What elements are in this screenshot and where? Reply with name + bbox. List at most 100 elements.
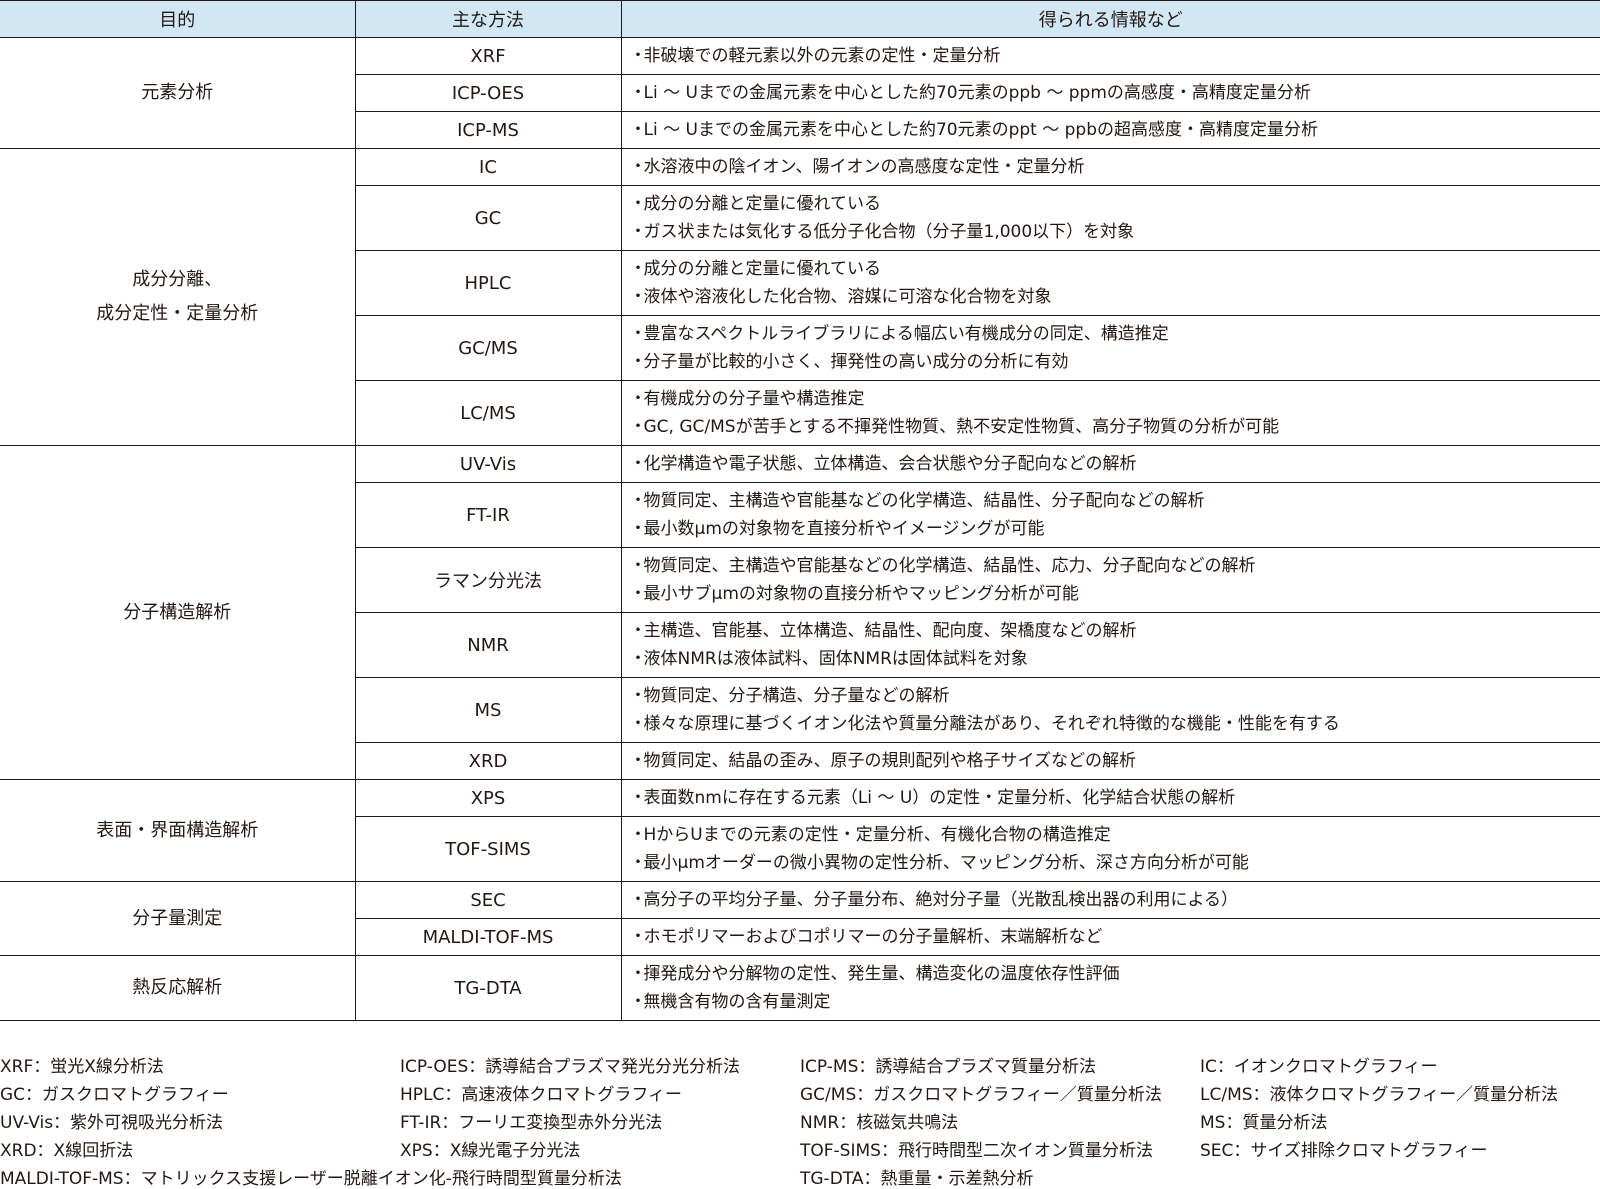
method-cell: XRF	[355, 38, 621, 75]
purpose-cell: 表面・界面構造解析	[0, 780, 355, 882]
info-cell: 物質同定、分子構造、分子量などの解析様々な原理に基づくイオン化法や質量分離法があ…	[621, 678, 1600, 743]
info-cell: 化学構造や電子状態、立体構造、会合状態や分子配向などの解析	[621, 446, 1600, 483]
header-info: 得られる情報など	[621, 1, 1600, 38]
info-cell: 成分の分離と定量に優れている液体や溶液化した化合物、溶媒に可溶な化合物を対象	[621, 251, 1600, 316]
legend-entry: IC：イオンクロマトグラフィー	[1200, 1052, 1438, 1077]
method-cell: LC/MS	[355, 381, 621, 446]
legend-entry: GC：ガスクロマトグラフィー	[0, 1080, 229, 1105]
info-line: 無機含有物の含有量測定	[640, 988, 1600, 1016]
info-cell: 揮発成分や分解物の定性、発生量、構造変化の温度依存性評価無機含有物の含有量測定	[621, 956, 1600, 1021]
method-cell: GC	[355, 186, 621, 251]
method-cell: GC/MS	[355, 316, 621, 381]
method-cell: MS	[355, 678, 621, 743]
info-cell: ホモポリマーおよびコポリマーの分子量解析、末端解析など	[621, 919, 1600, 956]
purpose-cell: 元素分析	[0, 38, 355, 149]
table-header-row: 目的 主な方法 得られる情報など	[0, 1, 1600, 38]
method-cell: SEC	[355, 882, 621, 919]
info-line: 液体や溶液化した化合物、溶媒に可溶な化合物を対象	[640, 283, 1600, 311]
info-line: 物質同定、主構造や官能基などの化学構造、結晶性、応力、分子配向などの解析	[640, 552, 1600, 580]
info-cell: 物質同定、主構造や官能基などの化学構造、結晶性、分子配向などの解析最小数μmの対…	[621, 483, 1600, 548]
method-cell: NMR	[355, 613, 621, 678]
analysis-methods-table: 目的 主な方法 得られる情報など 元素分析XRF 非破壊での軽元素以外の元素の定性…	[0, 0, 1600, 1021]
legend-entry: TOF-SIMS：飛行時間型二次イオン質量分析法	[800, 1136, 1153, 1161]
method-cell: XPS	[355, 780, 621, 817]
info-cell: 非破壊での軽元素以外の元素の定性・定量分析	[621, 38, 1600, 75]
info-line: ホモポリマーおよびコポリマーの分子量解析、末端解析など	[640, 923, 1600, 951]
info-line: 化学構造や電子状態、立体構造、会合状態や分子配向などの解析	[640, 450, 1600, 478]
info-cell: HからUまでの元素の定性・定量分析、有機化合物の構造推定最小μmオーダーの微小異…	[621, 817, 1600, 882]
legend-entry: XRF：蛍光X線分析法	[0, 1052, 164, 1077]
legend-entry: SEC：サイズ排除クロマトグラフィー	[1200, 1136, 1488, 1161]
purpose-cell: 熱反応解析	[0, 956, 355, 1021]
info-line: 豊富なスペクトルライブラリによる幅広い有機成分の同定、構造推定	[640, 320, 1600, 348]
info-line: 最小μmオーダーの微小異物の定性分析、マッピング分析、深さ方向分析が可能	[640, 849, 1600, 877]
info-line: HからUまでの元素の定性・定量分析、有機化合物の構造推定	[640, 821, 1600, 849]
info-line: 様々な原理に基づくイオン化法や質量分離法があり、それぞれ特徴的な機能・性能を有す…	[640, 710, 1600, 738]
header-method: 主な方法	[355, 1, 621, 38]
table-row: 熱反応解析TG-DTA揮発成分や分解物の定性、発生量、構造変化の温度依存性評価無…	[0, 956, 1600, 1021]
method-cell: XRD	[355, 743, 621, 780]
purpose-cell: 成分分離、成分定性・定量分析	[0, 149, 355, 446]
legend-entry: MS：質量分析法	[1200, 1108, 1327, 1133]
info-line: 最小数μmの対象物を直接分析やイメージングが可能	[640, 515, 1600, 543]
info-line: 最小サブμmの対象物の直接分析やマッピング分析が可能	[640, 580, 1600, 608]
method-cell: ICP-OES	[355, 75, 621, 112]
legend-entry: FT-IR：フーリエ変換型赤外分光法	[400, 1108, 662, 1133]
info-cell: 豊富なスペクトルライブラリによる幅広い有機成分の同定、構造推定分子量が比較的小さ…	[621, 316, 1600, 381]
info-cell: Li ～ Uまでの金属元素を中心とした約70元素のppt ～ ppbの超高感度・…	[621, 112, 1600, 149]
legend-entry: UV-Vis：紫外可視吸光分析法	[0, 1108, 223, 1133]
info-cell: 成分の分離と定量に優れているガス状または気化する低分子化合物（分子量1,000以…	[621, 186, 1600, 251]
info-line: 物質同定、分子構造、分子量などの解析	[640, 682, 1600, 710]
info-cell: 物質同定、主構造や官能基などの化学構造、結晶性、応力、分子配向などの解析最小サブ…	[621, 548, 1600, 613]
info-cell: 表面数nmに存在する元素（Li ～ U）の定性・定量分析、化学結合状態の解析	[621, 780, 1600, 817]
legend-entry: LC/MS：液体クロマトグラフィー／質量分析法	[1200, 1080, 1558, 1105]
info-line: 有機成分の分子量や構造推定	[640, 385, 1600, 413]
header-purpose: 目的	[0, 1, 355, 38]
method-cell: ラマン分光法	[355, 548, 621, 613]
info-line: Li ～ Uまでの金属元素を中心とした約70元素のppb ～ ppmの高感度・高…	[640, 79, 1600, 107]
legend-entry: NMR：核磁気共鳴法	[800, 1108, 958, 1133]
legend-entry: ICP-OES：誘導結合プラズマ発光分光分析法	[400, 1052, 740, 1077]
info-line: ガス状または気化する低分子化合物（分子量1,000以下）を対象	[640, 218, 1600, 246]
info-cell: 有機成分の分子量や構造推定GC, GC/MSが苦手とする不揮発性物質、熱不安定性…	[621, 381, 1600, 446]
info-line: 表面数nmに存在する元素（Li ～ U）の定性・定量分析、化学結合状態の解析	[640, 784, 1600, 812]
legend-entry: ICP-MS：誘導結合プラズマ質量分析法	[800, 1052, 1096, 1077]
legend-entry: XPS：X線光電子分光法	[400, 1136, 580, 1161]
table-row: 分子構造解析UV-Vis化学構造や電子状態、立体構造、会合状態や分子配向などの解…	[0, 446, 1600, 483]
method-cell: ICP-MS	[355, 112, 621, 149]
info-line: 液体NMRは液体試料、固体NMRは固体試料を対象	[640, 645, 1600, 673]
info-cell: 物質同定、結晶の歪み、原子の規則配列や格子サイズなどの解析	[621, 743, 1600, 780]
info-line: 揮発成分や分解物の定性、発生量、構造変化の温度依存性評価	[640, 960, 1600, 988]
info-line: GC, GC/MSが苦手とする不揮発性物質、熱不安定性物質、高分子物質の分析が可…	[640, 413, 1600, 441]
table-row: 分子量測定SEC高分子の平均分子量、分子量分布、絶対分子量（光散乱検出器の利用に…	[0, 882, 1600, 919]
info-line: 成分の分離と定量に優れている	[640, 190, 1600, 218]
purpose-cell: 分子量測定	[0, 882, 355, 956]
info-line: 主構造、官能基、立体構造、結晶性、配向度、架橋度などの解析	[640, 617, 1600, 645]
table-row: 表面・界面構造解析XPS表面数nmに存在する元素（Li ～ U）の定性・定量分析…	[0, 780, 1600, 817]
method-cell: HPLC	[355, 251, 621, 316]
info-line: 物質同定、主構造や官能基などの化学構造、結晶性、分子配向などの解析	[640, 487, 1600, 515]
info-line: 水溶液中の陰イオン、陽イオンの高感度な定性・定量分析	[640, 153, 1600, 181]
info-line: 分子量が比較的小さく、揮発性の高い成分の分析に有効	[640, 348, 1600, 376]
legend-entry: TG-DTA：熱重量・示差熱分析	[800, 1164, 1033, 1189]
method-cell: UV-Vis	[355, 446, 621, 483]
info-line: 高分子の平均分子量、分子量分布、絶対分子量（光散乱検出器の利用による）	[640, 886, 1600, 914]
legend-entry: GC/MS：ガスクロマトグラフィー／質量分析法	[800, 1080, 1162, 1105]
info-cell: 主構造、官能基、立体構造、結晶性、配向度、架橋度などの解析液体NMRは液体試料、…	[621, 613, 1600, 678]
info-cell: 高分子の平均分子量、分子量分布、絶対分子量（光散乱検出器の利用による）	[621, 882, 1600, 919]
method-cell: TOF-SIMS	[355, 817, 621, 882]
info-line: 非破壊での軽元素以外の元素の定性・定量分析	[640, 42, 1600, 70]
legend-entry: MALDI-TOF-MS：マトリックス支援レーザー脱離イオン化-飛行時間型質量分…	[0, 1164, 622, 1189]
method-cell: FT-IR	[355, 483, 621, 548]
info-line: 物質同定、結晶の歪み、原子の規則配列や格子サイズなどの解析	[640, 747, 1600, 775]
table-row: 成分分離、成分定性・定量分析IC水溶液中の陰イオン、陽イオンの高感度な定性・定量…	[0, 149, 1600, 186]
method-cell: IC	[355, 149, 621, 186]
legend-entry: XRD：X線回折法	[0, 1136, 133, 1161]
info-line: 成分の分離と定量に優れている	[640, 255, 1600, 283]
method-cell: MALDI-TOF-MS	[355, 919, 621, 956]
legend-entry: HPLC：高速液体クロマトグラフィー	[400, 1080, 682, 1105]
info-cell: Li ～ Uまでの金属元素を中心とした約70元素のppb ～ ppmの高感度・高…	[621, 75, 1600, 112]
table-row: 元素分析XRF非破壊での軽元素以外の元素の定性・定量分析	[0, 38, 1600, 75]
info-line: Li ～ Uまでの金属元素を中心とした約70元素のppt ～ ppbの超高感度・…	[640, 116, 1600, 144]
table-body: 元素分析XRF 非破壊での軽元素以外の元素の定性・定量分析 ICP-OES Li ～ …	[0, 38, 1600, 1021]
